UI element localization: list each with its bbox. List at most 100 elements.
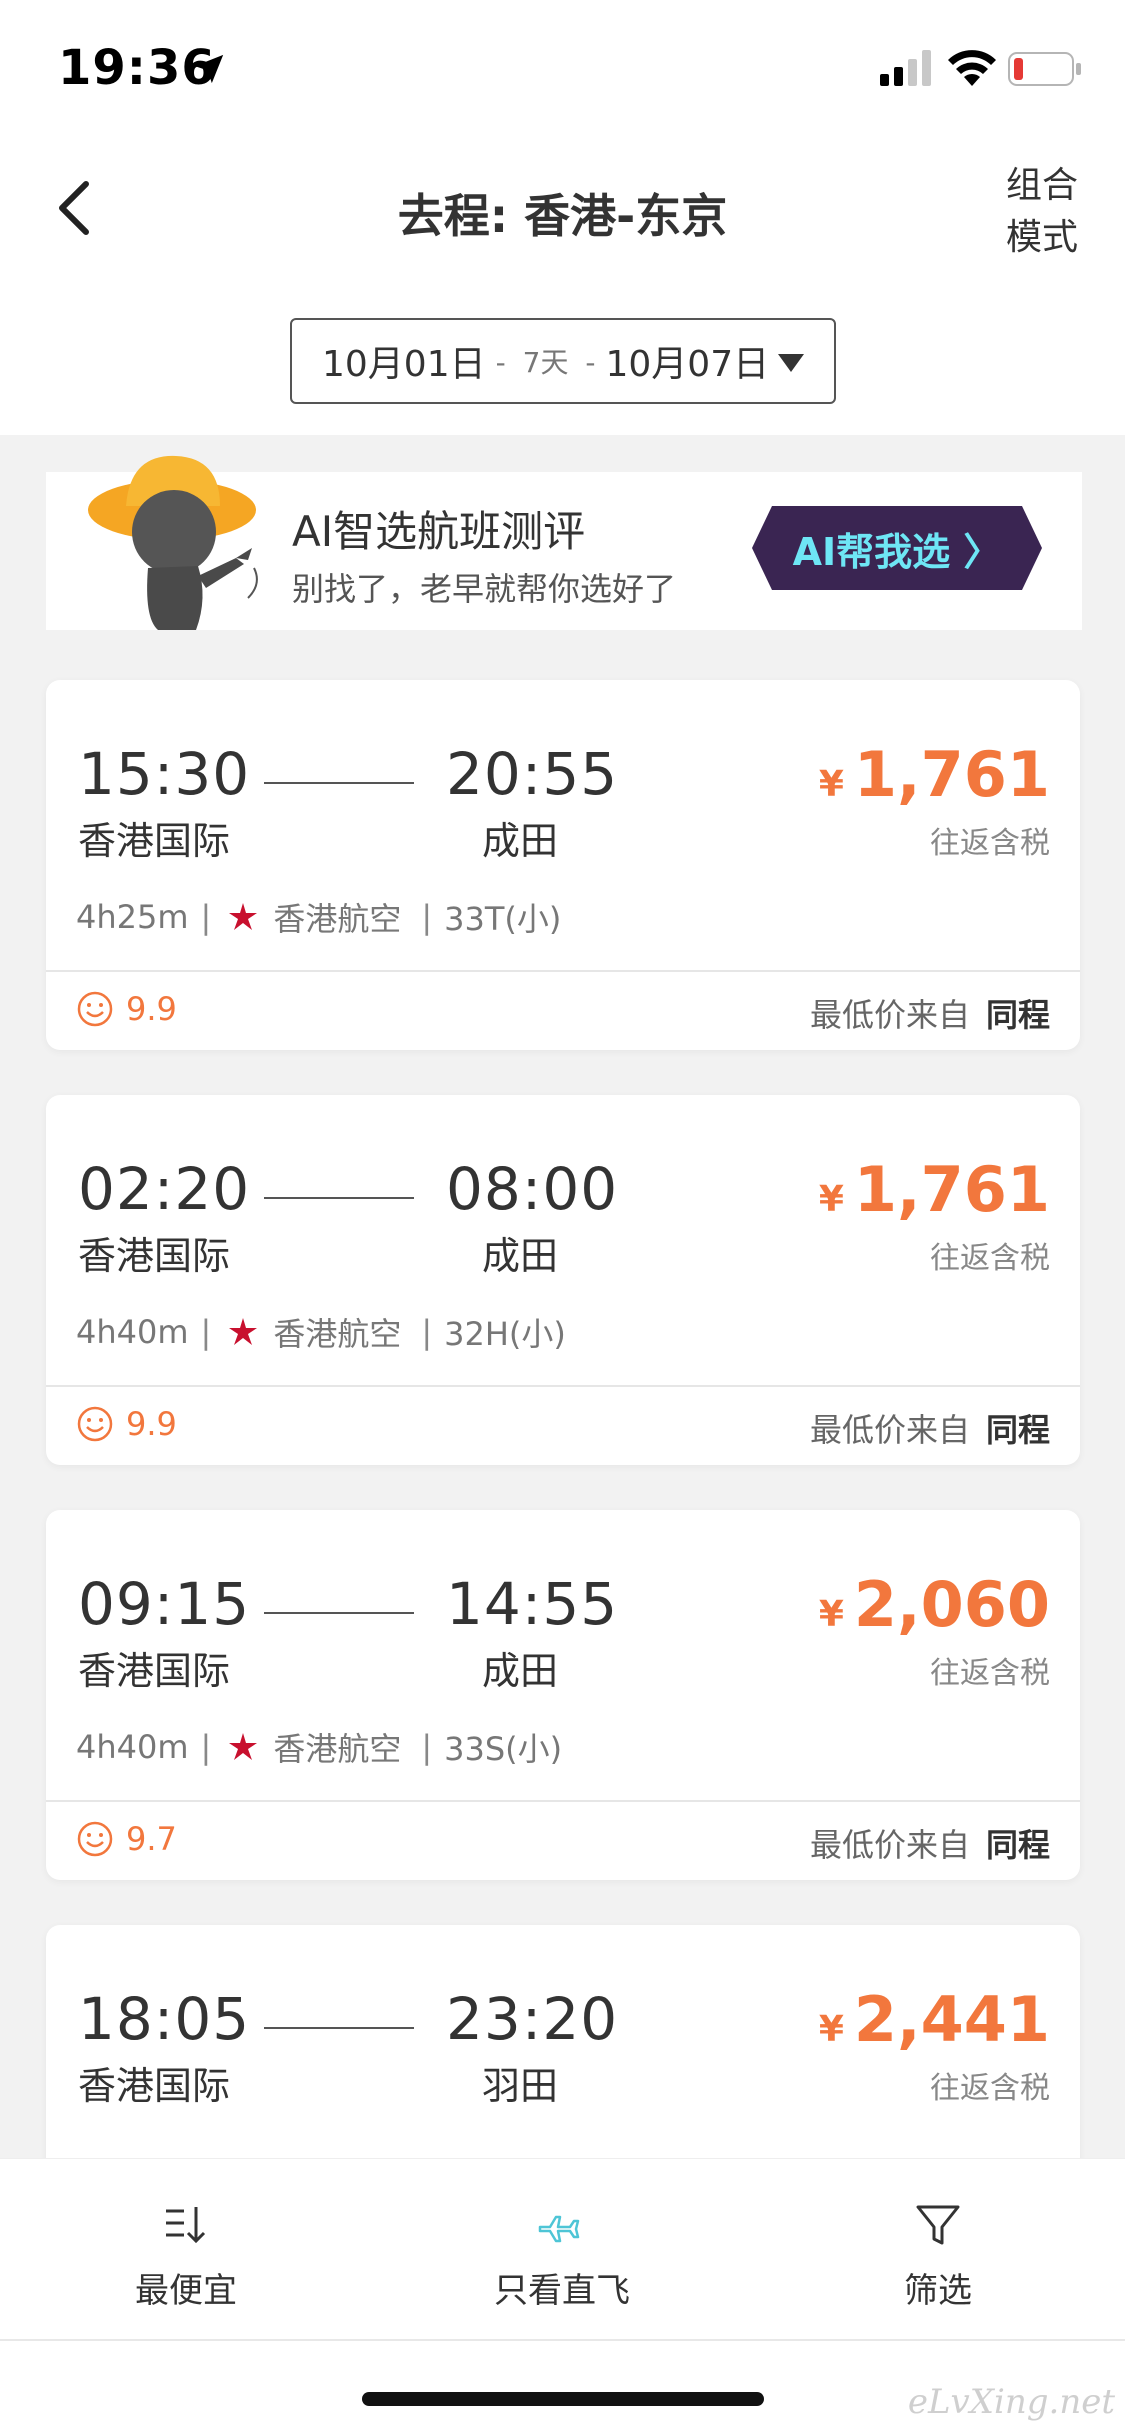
- hong-kong-airlines-logo-icon: [229, 903, 258, 930]
- currency-symbol: ¥: [818, 1179, 844, 1220]
- aircraft-type: 33S(小): [444, 1730, 563, 1768]
- hong-kong-airlines-logo-icon: [229, 1733, 258, 1760]
- ai-banner-subtitle: 别找了，老早就帮你选好了: [292, 570, 677, 608]
- dropdown-triangle-icon: [778, 354, 804, 372]
- sort-cheapest-label: 最便宜: [135, 2271, 237, 2311]
- price: ¥ 2,060: [819, 1568, 1050, 1641]
- arrival-airport: 成田: [482, 1234, 559, 1278]
- currency-symbol: ¥: [818, 1594, 844, 1635]
- home-indicator[interactable]: [362, 2392, 764, 2406]
- flight-duration: 4h25m: [76, 898, 189, 936]
- flight-card[interactable]: 15:30 20:55 香港国际 成田 ¥ 1,761 往返含税 4h25m |…: [46, 680, 1080, 1050]
- departure-time: 09:15: [78, 1570, 251, 1638]
- price: ¥ 1,761: [819, 738, 1050, 811]
- funnel-icon: [916, 2205, 960, 2245]
- rating: 9.9: [76, 990, 177, 1028]
- direct-only-label: 只看直飞: [494, 2271, 630, 2311]
- route-line: [264, 782, 414, 784]
- flight-meta: 4h40m | 香港航空 | 33S(小): [76, 1724, 562, 1770]
- departure-time: 18:05: [78, 1985, 251, 2053]
- watermark-text: eLvXing.net: [907, 2382, 1115, 2422]
- wifi-icon: [948, 50, 996, 86]
- route-line: [264, 2027, 414, 2029]
- arrival-time: 08:00: [446, 1155, 619, 1223]
- date-range-picker[interactable]: 10月01日 - 7天 - 10月07日: [290, 318, 836, 404]
- ai-pick-button[interactable]: AI帮我选 〉: [752, 506, 1042, 590]
- aircraft-type: 32H(小): [444, 1315, 566, 1353]
- sort-cheapest-tab[interactable]: 最便宜: [86, 2199, 286, 2312]
- departure-time: 15:30: [78, 740, 251, 808]
- price-value: 1,761: [853, 738, 1050, 811]
- location-arrow-icon: [194, 54, 224, 84]
- rating-value: 9.9: [126, 990, 177, 1028]
- header-area: 19:36 去程: 香港-东京 组合 模式 10月01日 - 7天 - 10月0…: [0, 0, 1125, 435]
- arrival-time: 20:55: [446, 740, 619, 808]
- airline-name: 香港航空: [273, 1315, 402, 1353]
- departure-airport: 香港国际: [78, 1234, 231, 1278]
- depart-date: 10月01日: [322, 344, 486, 385]
- flight-meta: 4h25m | 香港航空 | 33T(小): [76, 894, 561, 940]
- hong-kong-airlines-logo-icon: [229, 1318, 258, 1345]
- page-title: 去程: 香港-东京: [397, 189, 728, 243]
- direct-only-tab[interactable]: 只看直飞: [462, 2199, 662, 2312]
- departure-airport: 香港国际: [78, 2064, 231, 2108]
- airline-name: 香港航空: [273, 900, 402, 938]
- route-line: [264, 1197, 414, 1199]
- airplane-icon: [538, 2215, 580, 2243]
- battery-low-icon: [1008, 52, 1081, 86]
- rating-value: 9.7: [126, 1820, 177, 1858]
- combo-mode-label-1: 组合: [1005, 165, 1078, 206]
- lowest-price-source: 最低价来自 同程: [809, 1411, 1050, 1449]
- aircraft-type: 33T(小): [444, 900, 562, 938]
- rating: 9.7: [76, 1820, 177, 1858]
- mascot-with-hat-icon: [88, 455, 258, 630]
- currency-symbol: ¥: [818, 764, 844, 805]
- route-line: [264, 1612, 414, 1614]
- price-note: 往返含税: [930, 2071, 1050, 2106]
- sort-descending-icon: [166, 2207, 206, 2244]
- trip-duration: 7天: [522, 346, 569, 379]
- flight-duration: 4h40m: [76, 1728, 189, 1766]
- airline-name: 香港航空: [273, 1730, 402, 1768]
- currency-symbol: ¥: [818, 2009, 844, 2050]
- flight-card[interactable]: 02:20 08:00 香港国际 成田 ¥ 1,761 往返含税 4h40m |…: [46, 1095, 1080, 1465]
- price: ¥ 2,441: [819, 1983, 1050, 2056]
- departure-airport: 香港国际: [78, 1649, 231, 1693]
- price-value: 2,441: [853, 1983, 1050, 2056]
- price: ¥ 1,761: [819, 1153, 1050, 1226]
- rating-value: 9.9: [126, 1405, 177, 1443]
- price-note: 往返含税: [930, 1241, 1050, 1276]
- price-value: 1,761: [853, 1153, 1050, 1226]
- flight-card[interactable]: 09:15 14:55 香港国际 成田 ¥ 2,060 往返含税 4h40m |…: [46, 1510, 1080, 1880]
- rating: 9.9: [76, 1405, 177, 1443]
- arrival-time: 14:55: [446, 1570, 619, 1638]
- arrival-airport: 成田: [482, 1649, 559, 1693]
- departure-time: 02:20: [78, 1155, 251, 1223]
- return-date: 10月07日: [605, 344, 770, 385]
- filter-label: 筛选: [904, 2271, 972, 2311]
- combo-mode-label-2: 模式: [1005, 217, 1078, 258]
- price-note: 往返含税: [930, 1656, 1050, 1691]
- flight-meta: 4h40m | 香港航空 | 32H(小): [76, 1309, 566, 1355]
- price-note: 往返含税: [930, 826, 1050, 861]
- smiley-icon: [77, 1406, 113, 1442]
- smiley-icon: [77, 1821, 113, 1857]
- arrival-airport: 成田: [482, 819, 559, 863]
- combo-mode-button[interactable]: 组合 模式: [992, 160, 1092, 264]
- smiley-icon: [77, 991, 113, 1027]
- cellular-signal-icon: [880, 50, 931, 86]
- status-bar: 19:36: [0, 0, 1125, 130]
- filter-tab[interactable]: 筛选: [838, 2199, 1038, 2312]
- price-value: 2,060: [853, 1568, 1050, 1641]
- lowest-price-source: 最低价来自 同程: [809, 996, 1050, 1034]
- departure-airport: 香港国际: [78, 819, 231, 863]
- date-separator: - 7天 -: [495, 346, 596, 379]
- source-name: 同程: [985, 1826, 1050, 1864]
- flight-duration: 4h40m: [76, 1313, 189, 1351]
- arrival-airport: 羽田: [482, 2064, 559, 2108]
- arrival-time: 23:20: [446, 1985, 619, 2053]
- ai-recommend-banner[interactable]: AI智选航班测评 别找了，老早就帮你选好了 AI帮我选 〉: [46, 455, 1082, 630]
- lowest-price-source: 最低价来自 同程: [809, 1826, 1050, 1864]
- source-name: 同程: [985, 996, 1050, 1034]
- ai-banner-title: AI智选航班测评: [292, 507, 586, 556]
